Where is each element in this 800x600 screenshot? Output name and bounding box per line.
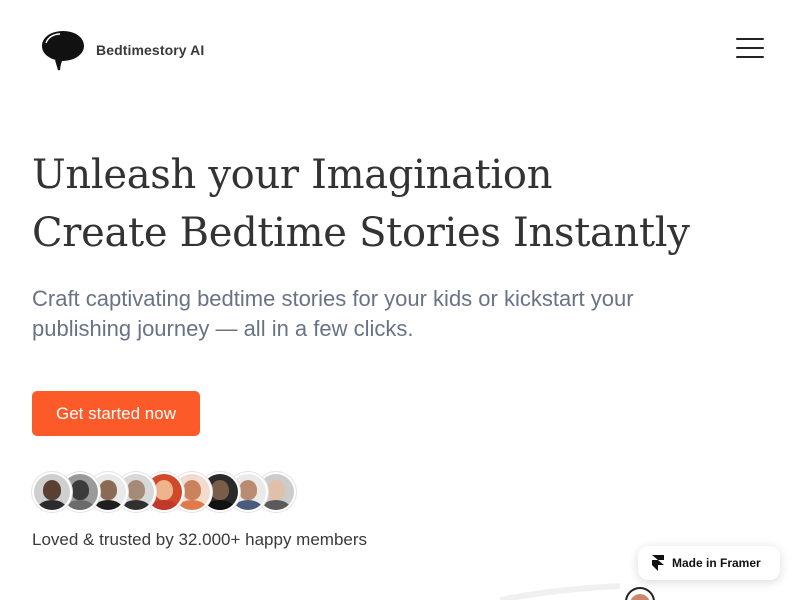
headline-line-1: Unleash your Imagination (32, 152, 553, 198)
hamburger-menu-icon[interactable] (734, 34, 766, 62)
member-avatars (32, 472, 296, 512)
avatar-body (149, 500, 179, 510)
avatar-face (267, 480, 285, 500)
avatar-face (71, 480, 89, 500)
avatar-face (211, 480, 229, 500)
illustration-peek (500, 583, 655, 600)
site-header: Bedtimestory AI (0, 0, 800, 96)
hero-subtitle: Craft captivating bedtime stories for yo… (32, 286, 634, 341)
speech-bubble-icon (42, 31, 84, 71)
menu-bar-top (736, 38, 764, 40)
avatar-body (65, 500, 95, 510)
avatar-body (261, 500, 291, 510)
trust-text: Loved & trusted by 32.000+ happy members (32, 530, 368, 549)
avatar-body (37, 500, 67, 510)
headline-line-2: Create Bedtime Stories Instantly (32, 210, 690, 256)
hero-headline: Unleash your Imagination Create Bedtime … (32, 146, 690, 262)
badge-label: Made in Framer (672, 556, 761, 570)
framer-logo-icon (652, 555, 664, 571)
made-in-framer-badge[interactable]: Made in Framer (638, 546, 780, 580)
brand-logo-link[interactable]: Bedtimestory AI (40, 27, 204, 73)
menu-bar-middle (736, 47, 764, 49)
landing-page: Bedtimestory AI Unleash your Imagination… (0, 0, 800, 600)
menu-bar-bottom (736, 56, 764, 58)
avatar-face (239, 480, 257, 500)
avatar-face (155, 480, 173, 500)
avatar-body (233, 500, 263, 510)
brand-name: Bedtimestory AI (96, 42, 205, 58)
avatar-face (43, 480, 61, 500)
avatar-body (177, 500, 207, 510)
avatar-1 (32, 472, 72, 512)
get-started-button[interactable]: Get started now (32, 391, 200, 436)
avatar-body (121, 500, 151, 510)
avatar-body (93, 500, 123, 510)
avatar-face (99, 480, 117, 500)
avatar-body (205, 500, 235, 510)
avatar-face (183, 480, 201, 500)
avatar-face (127, 480, 145, 500)
